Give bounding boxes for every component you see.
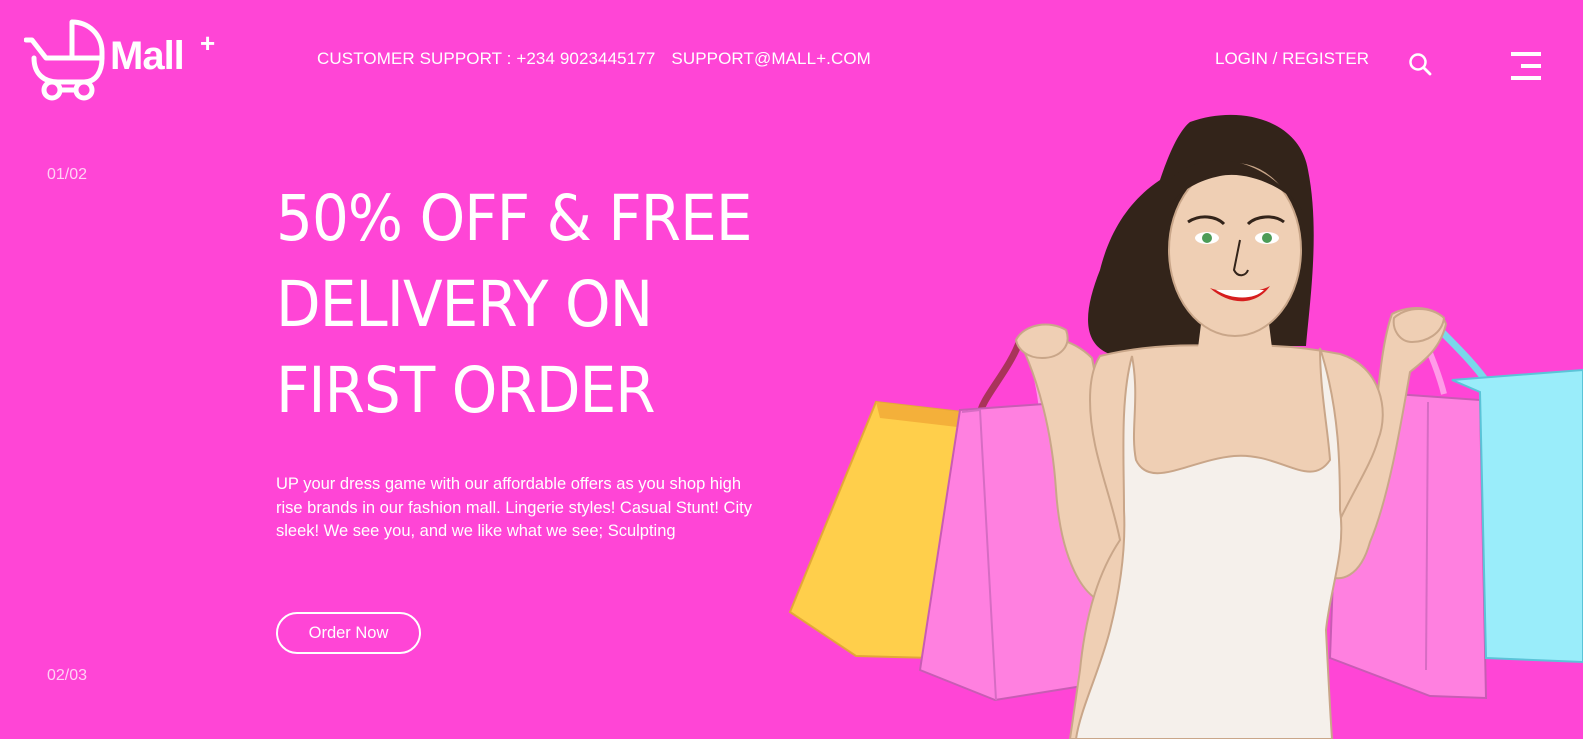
search-icon <box>1409 53 1432 76</box>
shopping-woman-illustration <box>788 114 1583 739</box>
headline-line-1: 50% OFF & FREE <box>276 182 752 255</box>
login-register-link[interactable]: LOGIN / REGISTER <box>1215 49 1369 69</box>
headline-line-3: FIRST ORDER <box>276 354 656 427</box>
brand-superscript: + <box>200 28 216 58</box>
menu-button[interactable] <box>1507 50 1543 82</box>
menu-icon <box>1511 52 1541 80</box>
customer-support-info: CUSTOMER SUPPORT : +234 9023445177 SUPPO… <box>317 49 871 69</box>
slide-counter-current: 01/02 <box>47 166 88 183</box>
headline-line-2: DELIVERY ON <box>276 268 653 341</box>
order-now-button[interactable]: Order Now <box>276 612 421 654</box>
brand-name: Mall <box>110 34 185 78</box>
brand-logo[interactable]: Mall + <box>24 18 234 104</box>
slide-counter-next[interactable]: 02/03 <box>47 667 87 685</box>
hero-headline: 50% OFF & FREE DELIVERY ON FIRST ORDER <box>276 176 754 434</box>
stroller-icon <box>24 19 105 101</box>
support-phone: CUSTOMER SUPPORT : +234 9023445177 <box>317 49 656 68</box>
landing-page: Mall + CUSTOMER SUPPORT : +234 902344517… <box>0 0 1583 739</box>
hero-description: UP your dress game with our affordable o… <box>276 475 752 541</box>
search-button[interactable] <box>1408 52 1434 78</box>
support-email[interactable]: SUPPORT@MALL+.COM <box>671 49 871 69</box>
